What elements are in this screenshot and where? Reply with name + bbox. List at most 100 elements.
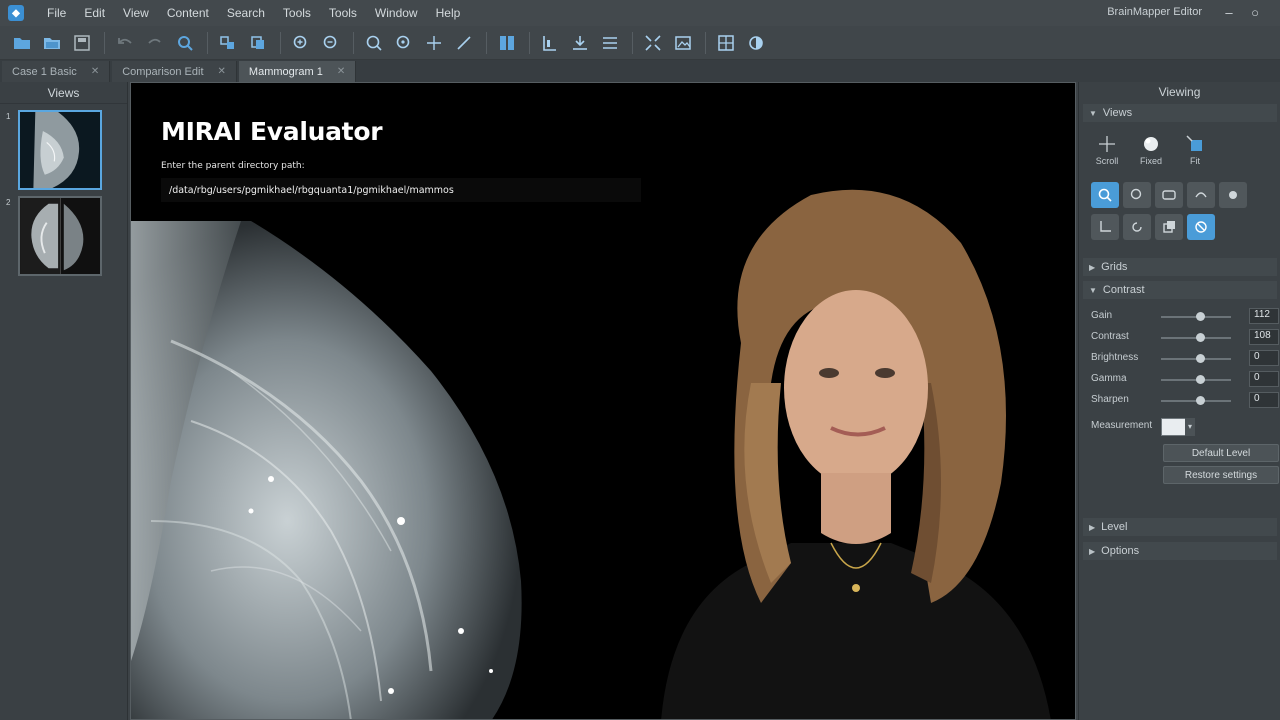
toolbar-separator xyxy=(486,31,487,54)
redo-icon[interactable] xyxy=(141,30,169,56)
slider-contrast[interactable]: Contrast 108 xyxy=(1091,329,1280,347)
slider-label: Gamma xyxy=(1091,373,1127,384)
thumb-index: 1 xyxy=(6,112,11,121)
menu-file[interactable]: File xyxy=(38,6,75,20)
slider-knob[interactable] xyxy=(1195,375,1205,384)
sphere-icon xyxy=(1144,137,1158,151)
download-icon[interactable] xyxy=(566,30,594,56)
slider-gain[interactable]: Gain 112 xyxy=(1091,308,1280,326)
slider-knob[interactable] xyxy=(1195,333,1205,342)
open-folder-icon[interactable] xyxy=(8,30,36,56)
views-panel-title: Views xyxy=(0,82,127,104)
slider-value[interactable]: 112 xyxy=(1249,308,1279,324)
toolbar-separator xyxy=(207,31,208,54)
grid-icon[interactable] xyxy=(712,30,740,56)
restore-settings-button[interactable]: Restore settings xyxy=(1163,466,1279,484)
tab-label: Mammogram 1 xyxy=(248,65,323,78)
section-label: Views xyxy=(1102,107,1133,119)
slider-gamma[interactable]: Gamma 0 xyxy=(1091,371,1280,389)
split-view-icon[interactable] xyxy=(493,30,521,56)
slider-value[interactable]: 0 xyxy=(1249,371,1279,387)
slider-label: Sharpen xyxy=(1091,394,1129,405)
slider-knob[interactable] xyxy=(1195,396,1205,405)
menu-search[interactable]: Search xyxy=(218,6,274,20)
chevron-down-icon[interactable]: ▾ xyxy=(1185,418,1195,436)
menu-help[interactable]: Help xyxy=(427,6,470,20)
slider-value[interactable]: 108 xyxy=(1249,329,1279,345)
slider-sharpen[interactable]: Sharpen 0 xyxy=(1091,392,1280,410)
menu-edit[interactable]: Edit xyxy=(75,6,114,20)
undo-icon[interactable] xyxy=(111,30,139,56)
menu-window[interactable]: Window xyxy=(366,6,427,20)
tab-mammogram[interactable]: Mammogram 1 ✕ xyxy=(238,61,357,82)
measurement-color-swatch[interactable] xyxy=(1161,418,1187,436)
stack-tool[interactable] xyxy=(1155,214,1183,240)
minimize-icon[interactable]: – xyxy=(1220,4,1238,22)
menu-content[interactable]: Content xyxy=(158,6,218,20)
viewing-panel-title: Viewing xyxy=(1158,85,1201,99)
slider-brightness[interactable]: Brightness 0 xyxy=(1091,350,1280,368)
menu-tools-2[interactable]: Tools xyxy=(320,6,366,20)
section-views[interactable]: ▼ Views xyxy=(1083,104,1277,122)
layout-icon[interactable] xyxy=(536,30,564,56)
contrast-icon[interactable] xyxy=(742,30,770,56)
slider-value[interactable]: 0 xyxy=(1249,350,1279,366)
section-grids[interactable]: ▶ Grids xyxy=(1083,258,1277,276)
copy-icon[interactable] xyxy=(244,30,272,56)
open-project-icon[interactable] xyxy=(38,30,66,56)
menu-tools[interactable]: Tools xyxy=(274,6,320,20)
section-contrast[interactable]: ▼ Contrast xyxy=(1083,281,1277,299)
default-level-button[interactable]: Default Level xyxy=(1163,444,1279,462)
view-thumbnail[interactable] xyxy=(18,110,102,190)
menu-view[interactable]: View xyxy=(114,6,158,20)
maximize-icon[interactable]: ○ xyxy=(1246,4,1264,22)
save-icon[interactable] xyxy=(68,30,96,56)
magnify-tool[interactable] xyxy=(1091,182,1119,208)
section-level[interactable]: ▶ Level xyxy=(1083,518,1277,536)
zoom-out-icon[interactable] xyxy=(317,30,345,56)
fixed-tool[interactable]: Fixed xyxy=(1133,134,1169,170)
slider-knob[interactable] xyxy=(1195,312,1205,321)
image-icon[interactable] xyxy=(669,30,697,56)
zoom-tool[interactable] xyxy=(1123,182,1151,208)
mammogram-thumbnail-image xyxy=(20,198,100,274)
section-options[interactable]: ▶ Options xyxy=(1083,542,1277,560)
menu-bar: ◆ File Edit View Content Search Tools To… xyxy=(0,0,1280,26)
crop-tool[interactable] xyxy=(1091,214,1119,240)
close-icon[interactable]: ✕ xyxy=(218,66,226,77)
list-icon[interactable] xyxy=(596,30,624,56)
tab-case-basic[interactable]: Case 1 Basic ✕ xyxy=(2,61,111,82)
pan-tool[interactable] xyxy=(1187,182,1215,208)
collapse-icon: ▼ xyxy=(1089,285,1097,295)
rotate-tool[interactable] xyxy=(1123,214,1151,240)
crosshair-icon[interactable] xyxy=(420,30,448,56)
rectangle-icon xyxy=(1162,190,1176,200)
scroll-tool[interactable]: Scroll xyxy=(1089,134,1125,170)
image-viewport[interactable]: MIRAI Evaluator Enter the parent directo… xyxy=(130,82,1076,720)
slider-knob[interactable] xyxy=(1195,354,1205,363)
section-label: Options xyxy=(1101,545,1140,557)
toolbar-separator xyxy=(632,31,633,54)
layers-icon[interactable] xyxy=(214,30,242,56)
annotate-tool[interactable] xyxy=(1187,214,1215,240)
window-title: BrainMapper Editor xyxy=(1107,6,1202,18)
toolbar-separator xyxy=(104,31,105,54)
line-tool-icon[interactable] xyxy=(450,30,478,56)
mammogram-thumbnail-image xyxy=(20,112,100,188)
probe-tool[interactable] xyxy=(1219,182,1247,208)
zoom-fit-icon[interactable] xyxy=(360,30,388,56)
app-title: MIRAI Evaluator xyxy=(161,117,383,146)
rectangle-tool[interactable] xyxy=(1155,182,1183,208)
zoom-reset-icon[interactable] xyxy=(390,30,418,56)
view-thumbnail[interactable] xyxy=(18,196,102,276)
slider-value[interactable]: 0 xyxy=(1249,392,1279,408)
close-icon[interactable]: ✕ xyxy=(337,66,345,77)
close-icon[interactable]: ✕ xyxy=(91,66,99,77)
zoom-in-icon[interactable] xyxy=(287,30,315,56)
search-icon[interactable] xyxy=(171,30,199,56)
toolbar-separator xyxy=(280,31,281,54)
directory-path-input[interactable] xyxy=(161,178,641,202)
fit-tool[interactable]: Fit xyxy=(1177,134,1213,170)
expand-icon[interactable] xyxy=(639,30,667,56)
tab-comparison-edit[interactable]: Comparison Edit ✕ xyxy=(112,61,237,82)
